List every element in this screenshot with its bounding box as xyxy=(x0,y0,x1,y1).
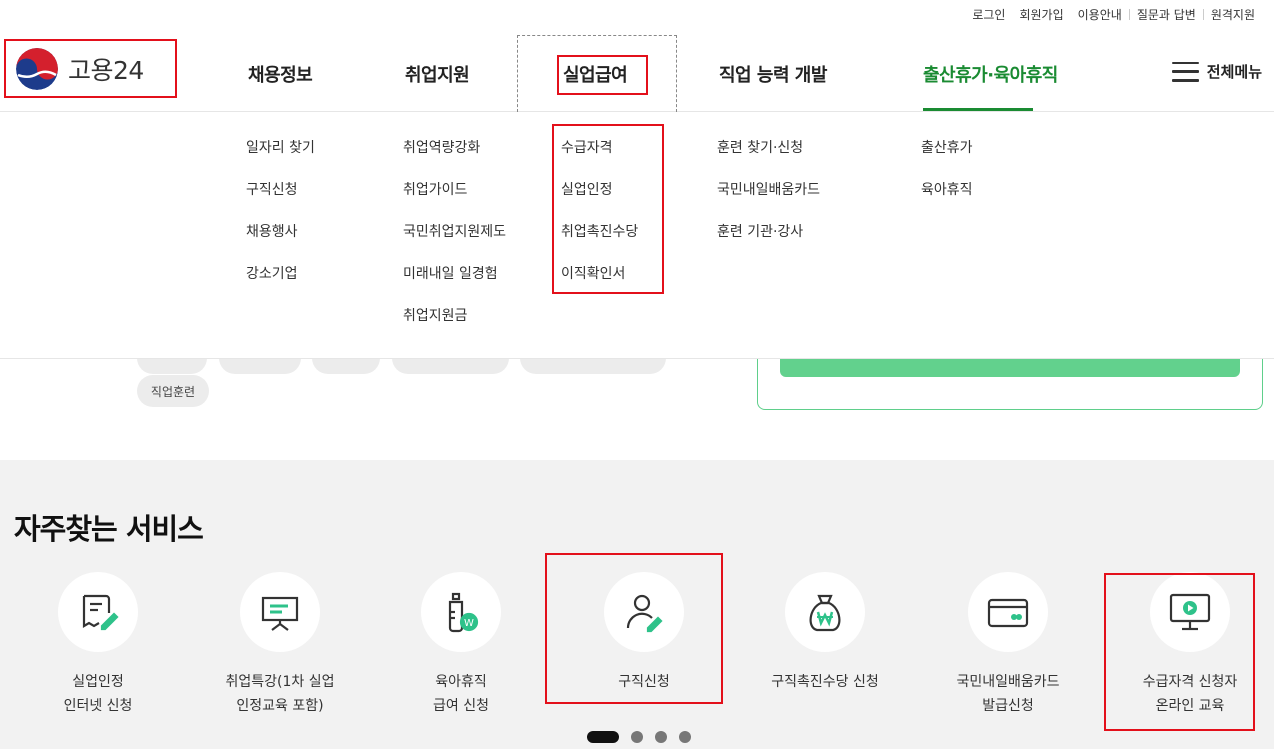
frequent-services-section: 자주찾는 서비스 실업인정 인터넷 신청 취업특강(1차 실업 인정교육 포함) xyxy=(0,460,1274,749)
service-employment-lecture[interactable]: 취업특강(1차 실업 인정교육 포함) xyxy=(190,572,370,718)
all-menu-button[interactable]: 전체메뉴 xyxy=(1171,61,1262,82)
service-label: 실업인정 인터넷 신청 xyxy=(63,674,133,714)
card-icon xyxy=(968,572,1048,652)
submenu-item-recognition[interactable]: 실업인정 xyxy=(561,180,638,222)
section-title: 자주찾는 서비스 xyxy=(14,512,204,546)
pager-dot-1[interactable] xyxy=(587,731,619,743)
signup-link[interactable]: 회원가입 xyxy=(1012,6,1070,23)
guide-link[interactable]: 이용안내 xyxy=(1071,6,1129,23)
service-label: 취업특강(1차 실업 인정교육 포함) xyxy=(225,674,335,714)
pager-dot-4[interactable] xyxy=(679,731,691,743)
carousel-pager xyxy=(587,731,691,743)
login-link[interactable]: 로그인 xyxy=(965,6,1012,23)
submenu-item[interactable]: 국민내일배움카드 xyxy=(717,180,820,222)
baby-bottle-won-icon: W xyxy=(421,572,501,652)
qna-link[interactable]: 질문과 답변 xyxy=(1130,6,1203,23)
submenu-jobs: 일자리 찾기 구직신청 채용행사 강소기업 xyxy=(246,138,315,306)
submenu-item[interactable]: 일자리 찾기 xyxy=(246,138,315,180)
money-bag-won-icon xyxy=(785,572,865,652)
global-nav: 채용정보 취업지원 실업급여 직업 능력 개발 출산휴가·육아휴직 전체메뉴 xyxy=(0,35,1274,112)
hamburger-icon xyxy=(1171,61,1199,82)
mega-menu-dropdown: 일자리 찾기 구직신청 채용행사 강소기업 취업역량강화 취업가이드 국민취업지… xyxy=(0,112,1274,359)
submenu-vocational-training: 훈련 찾기·신청 국민내일배움카드 훈련 기관·강사 xyxy=(717,138,820,264)
nav-item-unemployment-benefit[interactable]: 실업급여 xyxy=(563,61,628,87)
pager-dot-2[interactable] xyxy=(631,731,643,743)
submenu-item[interactable]: 훈련 찾기·신청 xyxy=(717,138,820,180)
submenu-unemployment-benefit: 수급자격 실업인정 취업촉진수당 이직확인서 xyxy=(561,138,638,306)
remote-support-link[interactable]: 원격지원 xyxy=(1204,6,1262,23)
submenu-item[interactable]: 채용행사 xyxy=(246,222,315,264)
tag-vocational-training[interactable]: 직업훈련 xyxy=(137,375,209,407)
annotation-box xyxy=(1104,573,1255,731)
all-menu-label: 전체메뉴 xyxy=(1206,63,1262,81)
submenu-item[interactable]: 취업지원금 xyxy=(403,306,506,348)
logo[interactable]: 고용24 xyxy=(4,39,177,98)
logo-text: 고용24 xyxy=(68,55,144,85)
submenu-item-promotion-allowance[interactable]: 취업촉진수당 xyxy=(561,222,638,264)
submenu-item[interactable]: 강소기업 xyxy=(246,264,315,306)
pager-dot-3[interactable] xyxy=(655,731,667,743)
svg-text:W: W xyxy=(464,618,474,629)
document-pen-icon xyxy=(58,572,138,652)
active-underline xyxy=(923,108,1033,111)
submenu-item[interactable]: 출산휴가 xyxy=(921,138,973,180)
submenu-item[interactable]: 미래내일 일경험 xyxy=(403,264,506,306)
annotation-box xyxy=(545,553,723,704)
submenu-item[interactable]: 구직신청 xyxy=(246,180,315,222)
submenu-parental-leave: 출산휴가 육아휴직 xyxy=(921,138,973,222)
service-label: 육아휴직 급여 신청 xyxy=(433,674,489,714)
submenu-item[interactable]: 육아휴직 xyxy=(921,180,973,222)
submenu-item[interactable]: 훈련 기관·강사 xyxy=(717,222,820,264)
submenu-item-eligibility[interactable]: 수급자격 xyxy=(561,138,638,180)
service-label: 구직촉진수당 신청 xyxy=(771,674,879,690)
taegeuk-icon xyxy=(16,47,58,90)
service-label: 국민내일배움카드 발급신청 xyxy=(956,674,1060,714)
service-unemployment-recognition[interactable]: 실업인정 인터넷 신청 xyxy=(8,572,188,718)
nav-item-jobs[interactable]: 채용정보 xyxy=(248,61,313,87)
submenu-item-separation-certificate[interactable]: 이직확인서 xyxy=(561,264,638,306)
submenu-item[interactable]: 국민취업지원제도 xyxy=(403,222,506,264)
utility-nav: 로그인 회원가입 이용안내 질문과 답변 원격지원 xyxy=(965,6,1262,23)
presentation-board-icon xyxy=(240,572,320,652)
submenu-employment-support: 취업역량강화 취업가이드 국민취업지원제도 미래내일 일경험 취업지원금 xyxy=(403,138,506,348)
service-parental-leave-benefit[interactable]: W 육아휴직 급여 신청 xyxy=(371,572,551,718)
submenu-item[interactable]: 취업역량강화 xyxy=(403,138,506,180)
nav-item-vocational-training[interactable]: 직업 능력 개발 xyxy=(719,61,827,87)
service-job-seeking-allowance[interactable]: 구직촉진수당 신청 xyxy=(735,572,915,694)
nav-item-parental-leave[interactable]: 출산휴가·육아휴직 xyxy=(923,61,1058,87)
service-learning-card[interactable]: 국민내일배움카드 발급신청 xyxy=(918,572,1098,718)
nav-item-employment-support[interactable]: 취업지원 xyxy=(405,61,470,87)
submenu-item[interactable]: 취업가이드 xyxy=(403,180,506,222)
